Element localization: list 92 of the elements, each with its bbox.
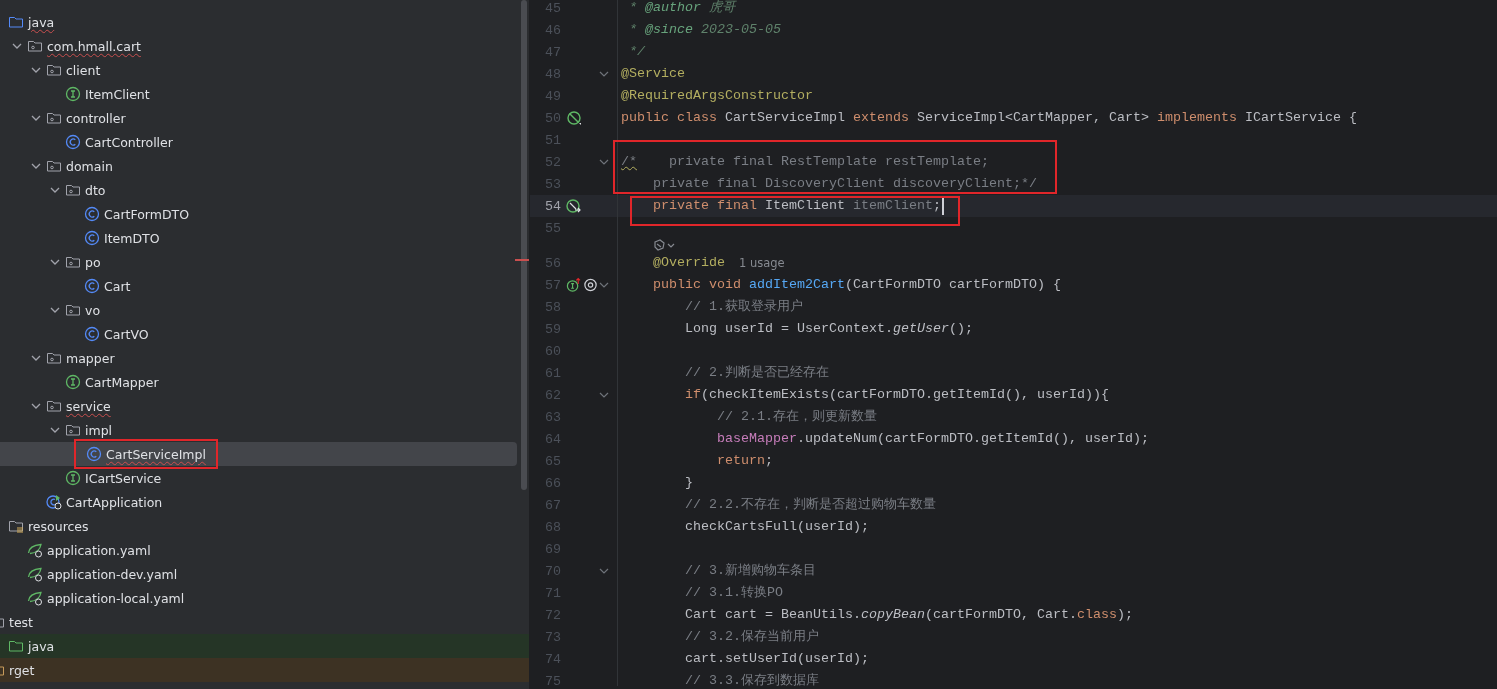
tree-item-label[interactable]: application-local.yaml: [47, 590, 185, 610]
code-line: @Override: [652, 256, 725, 270]
tree-item-label[interactable]: CartApplication: [66, 494, 163, 514]
tree-item-label[interactable]: domain: [66, 158, 113, 178]
package-icon: [65, 422, 81, 438]
tree-item-label[interactable]: application-dev.yaml: [47, 566, 178, 586]
spring-leaf-icon: [27, 566, 43, 582]
application-class-icon: [46, 494, 62, 510]
tree-item-label[interactable]: service: [66, 398, 111, 418]
tree-item-label[interactable]: resources: [28, 518, 89, 538]
package-icon: [65, 182, 81, 198]
code-line: * @author 虎哥: [628, 1, 735, 15]
code-line: public void addItem2Cart(CartFormDTO cartFormDTO) {: [652, 278, 1061, 292]
tree-item-label[interactable]: CartMapper: [85, 374, 159, 394]
tree-item-label[interactable]: Cart: [104, 278, 131, 298]
code-line: public class CartServiceImpl extends ServiceImpl<CartMapper, Cart> implements ICartService {: [621, 111, 1357, 125]
code-line: Long userId = UserContext.getUser();: [684, 322, 973, 336]
tree-item-label[interactable]: com.hmall.cart: [47, 38, 141, 58]
error-stripe-mark: [515, 259, 529, 261]
tree-item-label[interactable]: rget: [9, 662, 35, 682]
code-line: // 3.2.保存当前用户: [684, 630, 819, 644]
tree-item-label[interactable]: mapper: [66, 350, 115, 370]
tree-item-label[interactable]: java: [28, 14, 55, 34]
tree-item-label[interactable]: client: [66, 62, 101, 82]
tree-row[interactable]: rget: [0, 658, 529, 682]
tree-item-label[interactable]: impl: [85, 422, 113, 442]
class-icon: [84, 230, 100, 246]
class-icon: [84, 206, 100, 222]
code-line: baseMapper.updateNum(cartFormDTO.getItemId(), userId);: [715, 432, 1149, 446]
code-line: * @since 2023-05-05: [628, 23, 781, 37]
tree-item-label[interactable]: ItemDTO: [104, 230, 160, 250]
implements-icon[interactable]: [566, 277, 581, 293]
bean-icon[interactable]: [566, 110, 582, 126]
package-icon: [65, 302, 81, 318]
spring-leaf-icon: [27, 542, 43, 558]
ai-assistant-icon[interactable]: [653, 239, 675, 252]
interface-icon: [65, 86, 81, 102]
code-line: Cart cart = BeanUtils.copyBean(cartFormDTO, Cart.class);: [684, 608, 1133, 622]
tree-item-label[interactable]: dto: [85, 182, 106, 202]
spring-leaf-icon: [27, 590, 43, 606]
code-line: @RequiredArgsConstructor: [621, 89, 813, 103]
package-icon: [65, 254, 81, 270]
tree-row[interactable]: java: [0, 634, 529, 658]
code-line: if(checkItemExists(cartFormDTO.getItemId(), userId)){: [684, 388, 1109, 402]
tree-item-label[interactable]: controller: [66, 110, 126, 130]
resources-folder-icon: [8, 518, 24, 534]
package-icon: [46, 158, 62, 174]
class-icon: [84, 278, 100, 294]
code-line: */: [628, 45, 645, 59]
tree-item-label[interactable]: CartFormDTO: [104, 206, 190, 226]
at-sign-icon[interactable]: [583, 277, 598, 293]
code-line: return;: [715, 454, 773, 468]
code-line: // 1.获取登录用户: [684, 300, 803, 314]
tree-item-label[interactable]: test: [9, 614, 33, 634]
tree-item-label[interactable]: vo: [85, 302, 101, 322]
package-icon: [46, 110, 62, 126]
tree-item-label[interactable]: po: [85, 254, 101, 274]
tree-item-label[interactable]: CartVO: [104, 326, 149, 346]
interface-icon: [65, 470, 81, 486]
code-line: /* private final RestTemplate restTemplate;: [621, 155, 989, 169]
class-icon: [65, 134, 81, 150]
code-line: private final ItemClient itemClient;: [652, 199, 941, 213]
code-line: private final DiscoveryClient discoveryClient;*/: [652, 177, 1037, 191]
tree-item-label[interactable]: CartController: [85, 134, 173, 154]
tree-item-label[interactable]: CartServiceImpl: [106, 446, 206, 466]
package-icon: [27, 38, 43, 54]
package-icon: [46, 398, 62, 414]
package-icon: [46, 62, 62, 78]
package-icon: [46, 350, 62, 366]
tree-item-label[interactable]: ICartService: [85, 470, 162, 490]
code-line: // 2.判断是否已经存在: [684, 366, 829, 380]
tree-item-label[interactable]: ItemClient: [85, 86, 150, 106]
class-icon: [86, 446, 102, 462]
code-line: checkCartsFull(userId);: [684, 520, 869, 534]
line-number: 54: [544, 198, 561, 214]
tree-item-label[interactable]: application.yaml: [47, 542, 151, 562]
code-line: // 3.3.保存到数据库: [684, 674, 819, 686]
text-cursor: [941, 197, 944, 215]
code-line: // 3.新增购物车条目: [684, 564, 816, 578]
usage-hint[interactable]: 1 usage: [739, 256, 785, 270]
scrollbar[interactable]: [521, 0, 527, 490]
code-line: }: [684, 476, 693, 490]
code-line: // 2.2.不存在，判断是否超过购物车数量: [684, 498, 936, 512]
code-line: cart.setUserId(userId);: [684, 652, 869, 666]
tree-item-label[interactable]: java: [28, 638, 55, 658]
code-line: // 3.1.转换PO: [684, 586, 783, 600]
code-line: @Service: [621, 67, 685, 81]
tree-row[interactable]: CartServiceImpl: [0, 442, 517, 466]
code-line: // 2.1.存在，则更新数量: [715, 410, 877, 424]
injection-icon[interactable]: [566, 198, 582, 214]
interface-icon: [65, 374, 81, 390]
class-icon: [84, 326, 100, 342]
